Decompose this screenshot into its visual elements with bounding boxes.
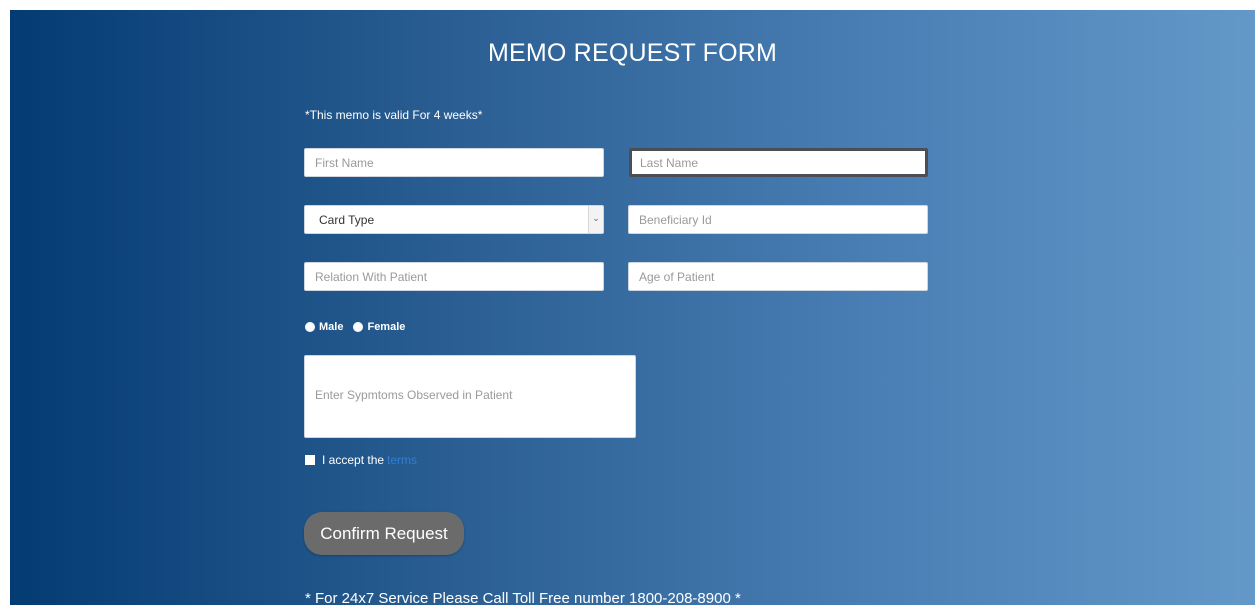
- female-radio[interactable]: [353, 322, 364, 332]
- accept-terms-checkbox[interactable]: [305, 455, 315, 465]
- male-radio-label[interactable]: Male: [319, 321, 343, 333]
- accept-terms-label[interactable]: I accept the: [322, 453, 384, 467]
- card-type-selected-value: Card Type: [319, 213, 375, 227]
- page-title: MEMO REQUEST FORM: [487, 39, 778, 67]
- terms-row: I accept the terms: [305, 453, 417, 467]
- first-name-input[interactable]: [304, 148, 604, 177]
- age-of-patient-input[interactable]: [628, 262, 928, 291]
- confirm-request-button[interactable]: Confirm Request: [304, 512, 464, 555]
- male-radio[interactable]: [305, 322, 315, 332]
- relation-with-patient-input[interactable]: [304, 262, 604, 291]
- card-type-select[interactable]: Card Type ⌄: [304, 205, 604, 234]
- female-radio-label[interactable]: Female: [367, 321, 405, 333]
- gender-radio-group: Male Female: [305, 321, 415, 333]
- form-background: MEMO REQUEST FORM *This memo is valid Fo…: [10, 10, 1255, 605]
- symptoms-textarea[interactable]: [304, 355, 636, 438]
- toll-free-note: * For 24x7 Service Please Call Toll Free…: [305, 590, 741, 605]
- chevron-down-icon[interactable]: ⌄: [588, 206, 603, 233]
- validity-note: *This memo is valid For 4 weeks*: [305, 108, 483, 122]
- beneficiary-id-input[interactable]: [628, 205, 928, 234]
- last-name-input[interactable]: [629, 148, 928, 177]
- terms-link[interactable]: terms: [387, 453, 417, 467]
